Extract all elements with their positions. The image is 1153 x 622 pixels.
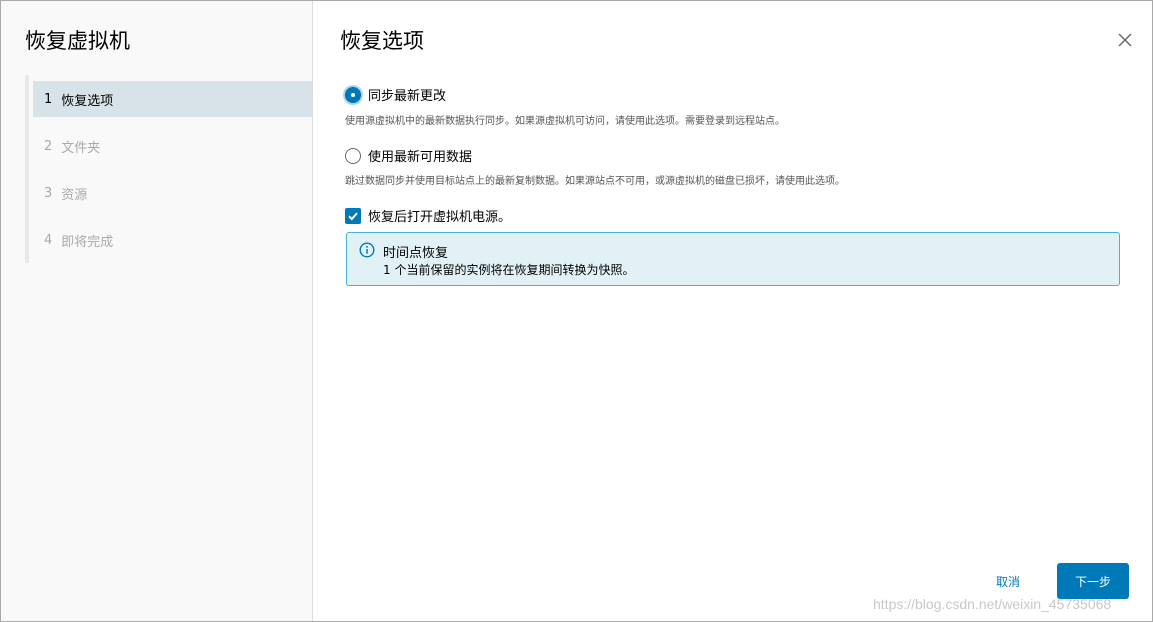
sync-latest-radio-option[interactable]: 同步最新更改 bbox=[345, 85, 446, 104]
sync-latest-radio[interactable] bbox=[345, 86, 361, 103]
step-label: 即将完成 bbox=[61, 234, 114, 250]
recover-vm-dialog: 恢复虚拟机 1 恢复选项 2 文件夹 3 资源 4 即将完成 恢复选项 同步最新… bbox=[0, 0, 1153, 622]
sync-latest-description: 使用源虚拟机中的最新数据执行同步。如果源虚拟机可访问，请使用此选项。需要登录到远… bbox=[345, 116, 785, 127]
step-label: 资源 bbox=[61, 187, 88, 203]
check-icon bbox=[348, 212, 358, 220]
page-title: 恢复选项 bbox=[340, 29, 424, 53]
wizard-sidebar: 恢复虚拟机 1 恢复选项 2 文件夹 3 资源 4 即将完成 bbox=[1, 1, 313, 621]
step-number: 4 bbox=[44, 232, 53, 248]
watermark-text: https://blog.csdn.net/weixin_45735068 bbox=[873, 596, 1112, 612]
alert-text: 1 个当前保留的实例将在恢复期间转换为快照。 bbox=[383, 263, 635, 277]
wizard-title: 恢复虚拟机 bbox=[25, 29, 130, 53]
step-label: 恢复选项 bbox=[61, 93, 114, 109]
step-number: 2 bbox=[44, 138, 53, 154]
use-latest-description: 跳过数据同步并使用目标站点上的最新复制数据。如果源站点不可用，或源虚拟机的磁盘已… bbox=[345, 176, 845, 187]
alert-title: 时间点恢复 bbox=[383, 246, 449, 261]
use-latest-radio[interactable] bbox=[345, 147, 361, 164]
close-icon[interactable] bbox=[1116, 31, 1134, 49]
cancel-button[interactable]: 取消 bbox=[973, 563, 1043, 599]
wizard-steps: 1 恢复选项 2 文件夹 3 资源 4 即将完成 bbox=[25, 75, 313, 263]
step-number: 1 bbox=[44, 91, 53, 107]
info-alert: 时间点恢复 1 个当前保留的实例将在恢复期间转换为快照。 bbox=[346, 232, 1120, 286]
step-ready-to-complete[interactable]: 4 即将完成 bbox=[33, 222, 312, 258]
step-number: 3 bbox=[44, 185, 53, 201]
use-latest-radio-option[interactable]: 使用最新可用数据 bbox=[345, 146, 472, 165]
power-on-checkbox[interactable] bbox=[345, 207, 361, 224]
use-latest-label: 使用最新可用数据 bbox=[368, 150, 473, 165]
sync-latest-label: 同步最新更改 bbox=[368, 89, 447, 104]
power-on-checkbox-option[interactable]: 恢复后打开虚拟机电源。 bbox=[345, 206, 511, 225]
power-on-label: 恢复后打开虚拟机电源。 bbox=[368, 210, 512, 225]
step-resource[interactable]: 3 资源 bbox=[33, 175, 312, 211]
step-recovery-options[interactable]: 1 恢复选项 bbox=[33, 81, 312, 117]
next-button[interactable]: 下一步 bbox=[1057, 563, 1129, 599]
step-folder[interactable]: 2 文件夹 bbox=[33, 128, 312, 164]
step-label: 文件夹 bbox=[61, 140, 101, 156]
info-icon bbox=[359, 242, 375, 258]
main-panel: 恢复选项 同步最新更改 使用源虚拟机中的最新数据执行同步。如果源虚拟机可访问，请… bbox=[313, 1, 1152, 621]
